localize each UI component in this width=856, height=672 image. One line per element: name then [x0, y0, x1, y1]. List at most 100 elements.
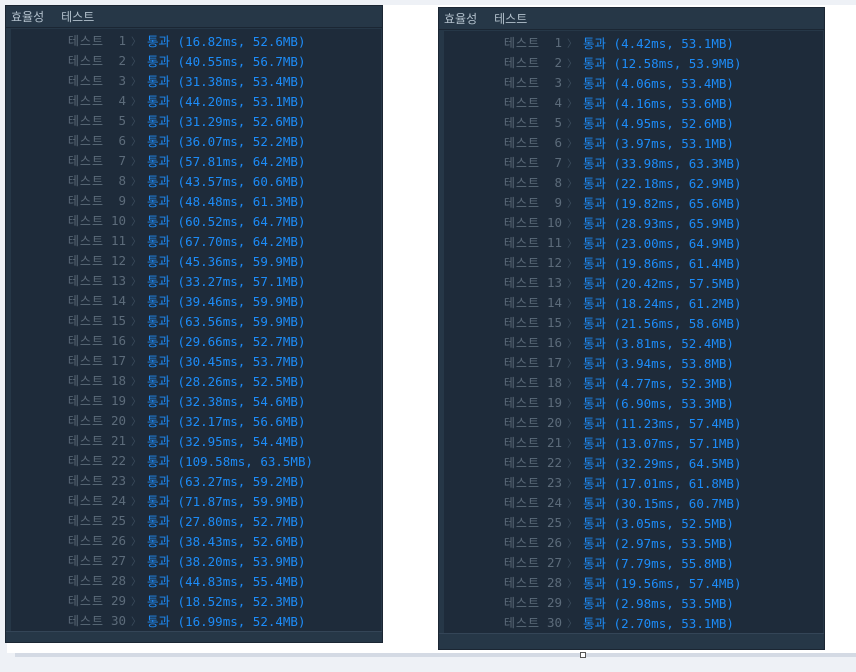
test-result-row[interactable]: 테스트 21 〉 통과 (32.95ms, 54.4MB)	[11, 430, 381, 450]
test-result-row[interactable]: 테스트 20 〉 통과 (11.23ms, 57.4MB)	[444, 412, 823, 432]
test-result-row[interactable]: 테스트 10 〉 통과 (28.93ms, 65.9MB)	[444, 212, 823, 232]
test-result-row[interactable]: 테스트 7 〉 통과 (57.81ms, 64.2MB)	[11, 150, 381, 170]
test-result-row[interactable]: 테스트 7 〉 통과 (33.98ms, 63.3MB)	[444, 152, 823, 172]
test-word: 테스트	[503, 255, 540, 270]
test-result-row[interactable]: 테스트 21 〉 통과 (13.07ms, 57.1MB)	[444, 432, 823, 452]
test-result-row[interactable]: 테스트 29 〉 통과 (18.52ms, 52.3MB)	[11, 590, 381, 610]
pass-label: 통과	[583, 515, 607, 531]
test-result-row[interactable]: 테스트 12 〉 통과 (45.36ms, 59.9MB)	[11, 250, 381, 270]
test-result-row[interactable]: 테스트 3 〉 통과 (4.06ms, 53.4MB)	[444, 72, 823, 92]
test-result-row[interactable]: 테스트 13 〉 통과 (20.42ms, 57.5MB)	[444, 272, 823, 292]
result-metrics: (2.97ms, 53.5MB)	[613, 535, 734, 551]
test-word: 테스트	[503, 595, 540, 610]
result-list[interactable]: 테스트 1 〉 통과 (16.82ms, 52.6MB) 테스트 2 〉 통과 (40.55m…	[11, 29, 381, 632]
test-result-row[interactable]: 테스트 16 〉 통과 (29.66ms, 52.7MB)	[11, 330, 381, 350]
test-result-row[interactable]: 테스트 26 〉 통과 (38.43ms, 52.6MB)	[11, 530, 381, 550]
pass-label: 통과	[147, 133, 171, 149]
test-result-row[interactable]: 테스트 14 〉 통과 (39.46ms, 59.9MB)	[11, 290, 381, 310]
test-result: 통과 (19.56ms, 57.4MB)	[583, 573, 741, 592]
test-result: 통과 (63.56ms, 59.9MB)	[147, 311, 305, 330]
test-result-row[interactable]: 테스트 3 〉 통과 (31.38ms, 53.4MB)	[11, 70, 381, 90]
test-result-row[interactable]: 테스트 27 〉 통과 (38.20ms, 53.9MB)	[11, 550, 381, 570]
test-result-row[interactable]: 테스트 11 〉 통과 (67.70ms, 64.2MB)	[11, 230, 381, 250]
pass-label: 통과	[147, 173, 171, 189]
test-result-row[interactable]: 테스트 8 〉 통과 (22.18ms, 62.9MB)	[444, 172, 823, 192]
test-result-row[interactable]: 테스트 18 〉 통과 (28.26ms, 52.5MB)	[11, 370, 381, 390]
test-word: 테스트	[67, 473, 104, 488]
test-label: 테스트 29	[444, 594, 562, 611]
test-result-row[interactable]: 테스트 11 〉 통과 (23.00ms, 64.9MB)	[444, 232, 823, 252]
test-result-row[interactable]: 테스트 10 〉 통과 (60.52ms, 64.7MB)	[11, 210, 381, 230]
chevron-right-icon: 〉	[131, 476, 141, 488]
tab-efficiency[interactable]: 효율성	[11, 8, 44, 25]
test-result-row[interactable]: 테스트 29 〉 통과 (2.98ms, 53.5MB)	[444, 592, 823, 612]
test-label: 테스트 16	[11, 332, 126, 349]
test-result-row[interactable]: 테스트 16 〉 통과 (3.81ms, 52.4MB)	[444, 332, 823, 352]
test-result-row[interactable]: 테스트 28 〉 통과 (44.83ms, 55.4MB)	[11, 570, 381, 590]
result-metrics: (71.87ms, 59.9MB)	[177, 493, 306, 509]
test-result-row[interactable]: 테스트 5 〉 통과 (31.29ms, 52.6MB)	[11, 110, 381, 130]
test-result-row[interactable]: 테스트 15 〉 통과 (21.56ms, 58.6MB)	[444, 312, 823, 332]
test-result-row[interactable]: 테스트 30 〉 통과 (16.99ms, 52.4MB)	[11, 610, 381, 630]
test-label: 테스트 8	[11, 172, 126, 189]
test-result-row[interactable]: 테스트 19 〉 통과 (32.38ms, 54.6MB)	[11, 390, 381, 410]
pass-label: 통과	[147, 313, 171, 329]
test-result-row[interactable]: 테스트 25 〉 통과 (3.05ms, 52.5MB)	[444, 512, 823, 532]
test-result-row[interactable]: 테스트 2 〉 통과 (12.58ms, 53.9MB)	[444, 52, 823, 72]
test-word: 테스트	[67, 313, 104, 328]
test-number: 18	[546, 374, 562, 390]
test-result-row[interactable]: 테스트 27 〉 통과 (7.79ms, 55.8MB)	[444, 552, 823, 572]
test-result-row[interactable]: 테스트 12 〉 통과 (19.86ms, 61.4MB)	[444, 252, 823, 272]
test-result-row[interactable]: 테스트 22 〉 통과 (32.29ms, 64.5MB)	[444, 452, 823, 472]
test-result-row[interactable]: 테스트 9 〉 통과 (48.48ms, 61.3MB)	[11, 190, 381, 210]
test-result-row[interactable]: 테스트 30 〉 통과 (2.70ms, 53.1MB)	[444, 612, 823, 632]
test-result: 통과 (20.42ms, 57.5MB)	[583, 273, 741, 292]
test-result-row[interactable]: 테스트 22 〉 통과 (109.58ms, 63.5MB)	[11, 450, 381, 470]
tab-test[interactable]: 테스트	[61, 8, 94, 25]
test-label: 테스트 20	[444, 414, 562, 431]
test-result-row[interactable]: 테스트 1 〉 통과 (4.42ms, 53.1MB)	[444, 32, 823, 52]
test-result-row[interactable]: 테스트 23 〉 통과 (17.01ms, 61.8MB)	[444, 472, 823, 492]
test-result-row[interactable]: 테스트 15 〉 통과 (63.56ms, 59.9MB)	[11, 310, 381, 330]
test-result-row[interactable]: 테스트 17 〉 통과 (3.94ms, 53.8MB)	[444, 352, 823, 372]
test-result-row[interactable]: 테스트 14 〉 통과 (18.24ms, 61.2MB)	[444, 292, 823, 312]
test-result-row[interactable]: 테스트 8 〉 통과 (43.57ms, 60.6MB)	[11, 170, 381, 190]
test-number: 7	[554, 154, 562, 170]
test-result-row[interactable]: 테스트 28 〉 통과 (19.56ms, 57.4MB)	[444, 572, 823, 592]
test-result-row[interactable]: 테스트 6 〉 통과 (3.97ms, 53.1MB)	[444, 132, 823, 152]
test-result-row[interactable]: 테스트 2 〉 통과 (40.55ms, 56.7MB)	[11, 50, 381, 70]
result-metrics: (18.24ms, 61.2MB)	[613, 295, 742, 311]
test-label: 테스트 24	[444, 494, 562, 511]
result-metrics: (4.06ms, 53.4MB)	[613, 75, 734, 91]
test-result-row[interactable]: 테스트 4 〉 통과 (44.20ms, 53.1MB)	[11, 90, 381, 110]
test-result-row[interactable]: 테스트 19 〉 통과 (6.90ms, 53.3MB)	[444, 392, 823, 412]
result-list[interactable]: 테스트 1 〉 통과 (4.42ms, 53.1MB) 테스트 2 〉 통과 (12.58ms…	[444, 31, 823, 634]
chevron-right-icon: 〉	[131, 116, 141, 128]
test-result-row[interactable]: 테스트 4 〉 통과 (4.16ms, 53.6MB)	[444, 92, 823, 112]
test-number: 26	[110, 532, 126, 548]
test-number: 2	[554, 54, 562, 70]
test-result-row[interactable]: 테스트 26 〉 통과 (2.97ms, 53.5MB)	[444, 532, 823, 552]
test-result-row[interactable]: 테스트 20 〉 통과 (32.17ms, 56.6MB)	[11, 410, 381, 430]
tab-test[interactable]: 테스트	[494, 10, 527, 27]
test-result-row[interactable]: 테스트 5 〉 통과 (4.95ms, 52.6MB)	[444, 112, 823, 132]
resize-handle[interactable]	[580, 652, 586, 658]
test-result: 통과 (23.00ms, 64.9MB)	[583, 233, 741, 252]
test-result-row[interactable]: 테스트 9 〉 통과 (19.82ms, 65.6MB)	[444, 192, 823, 212]
test-result-row[interactable]: 테스트 24 〉 통과 (71.87ms, 59.9MB)	[11, 490, 381, 510]
tab-efficiency[interactable]: 효율성	[444, 10, 477, 27]
test-result-row[interactable]: 테스트 23 〉 통과 (63.27ms, 59.2MB)	[11, 470, 381, 490]
test-word: 테스트	[67, 133, 104, 148]
test-result-row[interactable]: 테스트 25 〉 통과 (27.80ms, 52.7MB)	[11, 510, 381, 530]
pass-label: 통과	[583, 315, 607, 331]
pass-label: 통과	[147, 453, 171, 469]
test-result-row[interactable]: 테스트 17 〉 통과 (30.45ms, 53.7MB)	[11, 350, 381, 370]
test-result-row[interactable]: 테스트 24 〉 통과 (30.15ms, 60.7MB)	[444, 492, 823, 512]
test-number: 27	[110, 552, 126, 568]
test-result-row[interactable]: 테스트 13 〉 통과 (33.27ms, 57.1MB)	[11, 270, 381, 290]
test-result-row[interactable]: 테스트 18 〉 통과 (4.77ms, 52.3MB)	[444, 372, 823, 392]
test-result-row[interactable]: 테스트 6 〉 통과 (36.07ms, 52.2MB)	[11, 130, 381, 150]
pass-label: 통과	[147, 253, 171, 269]
test-result-row[interactable]: 테스트 1 〉 통과 (16.82ms, 52.6MB)	[11, 30, 381, 50]
test-word: 테스트	[67, 353, 104, 368]
